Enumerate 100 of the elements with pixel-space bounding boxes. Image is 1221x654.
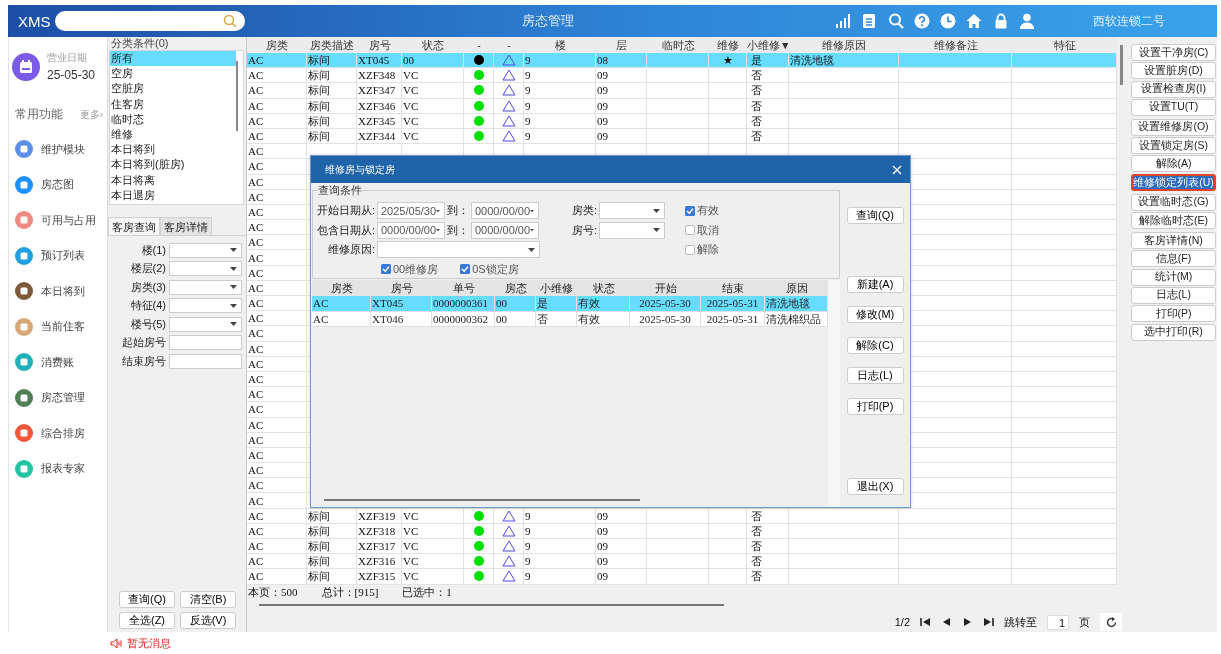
button[interactable]: 打印(P) — [846, 397, 904, 415]
scrollbar[interactable] — [236, 61, 238, 131]
nav-item[interactable]: 当前住客 — [41, 319, 85, 334]
nav-item[interactable]: 综合排房 — [41, 425, 85, 441]
table-row[interactable]: AC 标间 XT045 00 9 08 ★ 是 清洗地毯 — [247, 53, 1117, 69]
button[interactable]: 解除临时态(E) — [1131, 212, 1216, 230]
button[interactable]: 统计(M) — [1131, 268, 1216, 286]
column-header[interactable]: 临时态 — [647, 37, 709, 53]
search-field[interactable] — [55, 11, 245, 31]
button[interactable]: 全选(Z) — [119, 612, 175, 629]
tab[interactable]: 客房详情 — [160, 217, 212, 235]
column-header[interactable]: - — [464, 37, 494, 53]
list-item[interactable]: 本日退房 — [110, 187, 236, 203]
column-header[interactable]: 状态 — [577, 280, 630, 296]
column-header[interactable]: 特征 — [1012, 37, 1117, 53]
button[interactable]: 维修锁定列表(U) — [1131, 173, 1216, 191]
button[interactable]: 反选(V) — [180, 612, 236, 629]
column-header[interactable]: 小维修 — [536, 280, 577, 296]
button[interactable]: 解除(C) — [846, 336, 904, 354]
refresh-button[interactable] — [1100, 613, 1122, 631]
first-page-icon[interactable] — [920, 617, 931, 627]
button[interactable]: 客房详情(N) — [1131, 232, 1216, 250]
checkbox[interactable] — [381, 264, 391, 275]
input-field[interactable] — [169, 335, 242, 351]
magnifier-icon[interactable] — [887, 13, 904, 29]
list-item[interactable]: 本日将到(脏房) — [110, 157, 236, 173]
column-header[interactable]: 单号 — [432, 280, 495, 296]
button[interactable]: 设置脏房(D) — [1131, 62, 1216, 80]
list-item[interactable]: 维修 — [110, 126, 236, 143]
list-item[interactable]: 本日将到 — [110, 142, 236, 158]
button[interactable]: 设置临时态(G) — [1131, 193, 1216, 211]
dropdown[interactable] — [599, 202, 665, 220]
help-icon[interactable] — [913, 13, 930, 29]
column-header[interactable]: 维修备注 — [899, 37, 1012, 53]
column-header[interactable]: 结束 — [701, 280, 765, 296]
table-row[interactable]: AC 标间 XZF316 VC 9 09 否 — [247, 554, 1117, 570]
table-row[interactable]: AC XT045 0000000361 00 是 有效 2025-05-30 2025-05-31 清洗地毯 — [312, 296, 828, 312]
previous-page-icon[interactable] — [941, 617, 952, 627]
checkbox[interactable] — [685, 225, 695, 236]
next-page-icon[interactable] — [962, 617, 973, 627]
dropdown[interactable] — [169, 298, 242, 314]
button[interactable]: 日志(L) — [846, 367, 904, 384]
column-header[interactable]: 开始 — [630, 280, 701, 296]
table-row[interactable]: AC 标间 XZF317 VC 9 09 否 — [247, 539, 1117, 555]
column-header[interactable]: 房号 — [357, 37, 402, 53]
dropdown[interactable] — [169, 261, 242, 277]
button[interactable]: 查询(Q) — [846, 207, 904, 224]
list-item[interactable]: 所有 — [110, 51, 236, 67]
button[interactable]: 修改(M) — [846, 306, 904, 323]
nav-item[interactable]: 消费账 — [41, 354, 74, 370]
table-row[interactable]: AC 标间 XZF348 VC 9 09 否 — [247, 68, 1117, 84]
clipboard-icon[interactable] — [861, 13, 878, 29]
column-header[interactable]: 房号 — [371, 280, 432, 296]
button[interactable]: 日志(L) — [1131, 286, 1216, 304]
column-header[interactable]: 维修 — [709, 37, 747, 53]
tab[interactable]: 客房查询 — [108, 217, 160, 235]
column-header[interactable]: 原因 — [765, 280, 828, 296]
nav-item[interactable]: 维护模块 — [41, 141, 85, 157]
column-header[interactable]: 楼 — [524, 37, 596, 53]
signal-icon[interactable] — [835, 13, 852, 29]
list-item[interactable]: 临时态 — [110, 111, 236, 127]
column-header[interactable]: - — [494, 37, 524, 53]
dropdown[interactable]: 0000/00/00 — [471, 221, 539, 239]
page-input[interactable]: 1 — [1047, 614, 1069, 630]
checkbox[interactable] — [460, 264, 471, 275]
button[interactable]: 设置锁定房(S) — [1131, 137, 1216, 155]
button[interactable]: 查询(Q) — [119, 591, 175, 608]
checkbox[interactable] — [685, 244, 695, 255]
button[interactable]: 清空(B) — [180, 591, 236, 608]
list-item[interactable]: 空脏房 — [110, 81, 236, 97]
column-header[interactable]: 房类 — [247, 37, 307, 53]
nav-item[interactable]: 可用与占用 — [41, 212, 96, 228]
nav-item[interactable]: 预订列表 — [41, 248, 85, 263]
dropdown[interactable] — [169, 316, 242, 332]
list-item[interactable]: 住客房 — [110, 96, 236, 112]
nav-item[interactable]: 本日将到 — [41, 283, 85, 299]
scrollbar[interactable] — [259, 604, 724, 606]
column-header[interactable]: 房类 — [312, 280, 371, 296]
button[interactable]: 打印(P) — [1131, 305, 1216, 323]
nav-item[interactable]: 报表专家 — [41, 461, 85, 476]
table-row[interactable]: AC 标间 XZF347 VC 9 09 否 — [247, 83, 1117, 99]
button[interactable]: 设置维修房(O) — [1131, 118, 1216, 136]
user-icon[interactable] — [1018, 13, 1035, 29]
button[interactable]: 选中打印(R) — [1131, 323, 1216, 341]
scrollbar[interactable] — [324, 499, 640, 501]
list-item[interactable]: 空房 — [110, 66, 236, 82]
dropdown[interactable] — [377, 241, 540, 259]
button[interactable]: 设置干净房(C) — [1131, 44, 1216, 61]
button[interactable]: 新建(A) — [846, 275, 904, 293]
button[interactable]: 信息(F) — [1131, 250, 1216, 268]
dropdown[interactable] — [169, 242, 242, 258]
dropdown[interactable]: 0000/00/00 — [471, 202, 539, 220]
column-header[interactable]: 状态 — [402, 37, 464, 53]
dropdown[interactable] — [599, 221, 665, 239]
dropdown[interactable]: 2025/05/30 — [377, 202, 445, 220]
clock-icon[interactable] — [940, 13, 957, 29]
column-header[interactable]: 维修原因 — [789, 37, 899, 53]
button[interactable]: 设置检查房(I) — [1131, 80, 1216, 98]
nav-item[interactable]: 房态管理 — [41, 390, 85, 405]
column-header[interactable]: 房态 — [495, 280, 536, 296]
